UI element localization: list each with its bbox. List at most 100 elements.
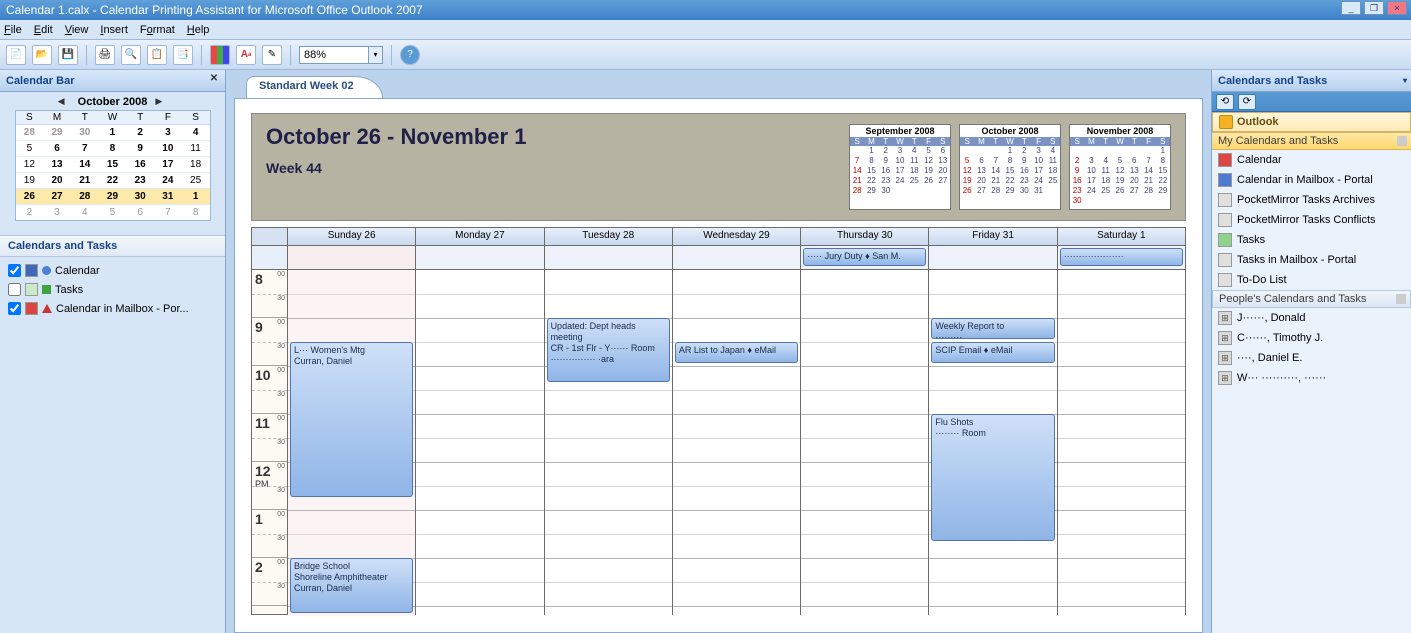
grid-icon[interactable] <box>210 45 230 65</box>
preview-icon[interactable]: 🔍 <box>121 45 141 65</box>
zoom-control[interactable]: ▾ <box>299 46 383 64</box>
list-item[interactable]: ⊞J······, Donald <box>1212 308 1411 328</box>
month-title: October 2008 <box>78 96 148 108</box>
font-icon[interactable]: Aa <box>236 45 256 65</box>
list-item[interactable]: PocketMirror Tasks Conflicts <box>1212 210 1411 230</box>
hour-label: 110030 <box>252 414 287 462</box>
page-header: October 26 - November 1 Week 44 Septembe… <box>251 113 1186 221</box>
list-item[interactable]: ⊞C······, Timothy J. <box>1212 328 1411 348</box>
time-column: 800309003010003011003012PM00301003020030 <box>252 228 288 614</box>
appt-womens-mtg[interactable]: L··· Women's Mtg Curran, Daniel <box>290 342 413 497</box>
day-body[interactable]: AR List to Japan ♦ eMail <box>673 270 800 616</box>
expand-icon[interactable] <box>1396 294 1406 304</box>
list-item[interactable]: To-Do List <box>1212 270 1411 290</box>
task-icon <box>1218 213 1232 227</box>
day-column: Saturday 1···················· <box>1058 228 1185 614</box>
day-body[interactable] <box>1058 270 1185 616</box>
section-label: My Calendars and Tasks <box>1218 135 1338 147</box>
menu-edit[interactable]: Edit <box>34 24 53 36</box>
list-item[interactable]: Tasks <box>6 280 219 299</box>
allday-cell[interactable] <box>288 246 415 270</box>
appt-scip-email[interactable]: SCIP Email ♦ eMail <box>931 342 1054 363</box>
appt-weekly-report[interactable]: Weekly Report to ········· <box>931 318 1054 339</box>
day-body[interactable] <box>416 270 543 616</box>
person-icon: ⊞ <box>1218 371 1232 385</box>
my-calendars-header[interactable]: My Calendars and Tasks <box>1212 132 1411 150</box>
allday-event[interactable]: ····· Jury Duty ♦ San M. <box>803 248 926 266</box>
hour-label: 10030 <box>252 510 287 558</box>
paste-icon[interactable]: 📑 <box>173 45 193 65</box>
menu-insert[interactable]: Insert <box>100 24 128 36</box>
forward-icon[interactable]: ⟳ <box>1238 94 1256 110</box>
mini-calendar[interactable]: SMTWTFS282930123456789101112131415161718… <box>15 110 211 221</box>
chevron-down-icon[interactable]: ▾ <box>1403 76 1407 85</box>
edit-icon[interactable]: ✎ <box>262 45 282 65</box>
open-icon[interactable]: 📂 <box>32 45 52 65</box>
expand-icon[interactable] <box>1397 136 1407 146</box>
list-item[interactable]: Calendar in Mailbox - Por... <box>6 299 219 318</box>
list-item[interactable]: Calendar <box>1212 150 1411 170</box>
list-item[interactable]: Calendar in Mailbox - Portal <box>1212 170 1411 190</box>
appt-flu-shots[interactable]: Flu Shots ········ Room <box>931 414 1054 541</box>
copy-icon[interactable]: 📋 <box>147 45 167 65</box>
new-icon[interactable]: 📄 <box>6 45 26 65</box>
separator <box>391 45 392 65</box>
checkbox[interactable] <box>8 283 21 296</box>
allday-event[interactable]: ···················· <box>1060 248 1183 266</box>
prev-month-icon[interactable]: ◀ <box>58 96 70 108</box>
print-icon[interactable]: 🖨 <box>95 45 115 65</box>
tab-standard-week[interactable]: Standard Week 02 <box>246 76 383 98</box>
minimize-button[interactable]: _ <box>1341 1 1361 15</box>
list-item[interactable]: Tasks <box>1212 230 1411 250</box>
allday-cell[interactable] <box>673 246 800 270</box>
menu-view[interactable]: View <box>65 24 89 36</box>
calendar-bar-header: Calendar Bar ✕ <box>0 70 225 92</box>
date-range-title: October 26 - November 1 <box>266 124 837 150</box>
list-item[interactable]: Tasks in Mailbox - Portal <box>1212 250 1411 270</box>
appt-dept-heads[interactable]: Updated: Dept heads meeting CR - 1st Flr… <box>547 318 670 382</box>
list-item[interactable]: PocketMirror Tasks Archives <box>1212 190 1411 210</box>
save-icon[interactable]: 💾 <box>58 45 78 65</box>
help-icon[interactable]: ? <box>400 45 420 65</box>
list-item[interactable]: Calendar <box>6 261 219 280</box>
back-icon[interactable]: ⟲ <box>1216 94 1234 110</box>
peoples-calendars-header[interactable]: People's Calendars and Tasks <box>1212 290 1411 308</box>
task-icon <box>1218 233 1232 247</box>
list-item[interactable]: ⊞····, Daniel E. <box>1212 348 1411 368</box>
maximize-button[interactable]: ❐ <box>1364 1 1384 15</box>
item-label: PocketMirror Tasks Conflicts <box>1237 214 1376 226</box>
allday-cell[interactable] <box>416 246 543 270</box>
appt-ar-list[interactable]: AR List to Japan ♦ eMail <box>675 342 798 363</box>
day-body[interactable] <box>801 270 928 616</box>
outlook-header[interactable]: Outlook <box>1212 112 1411 132</box>
day-body[interactable]: Weekly Report to ········· SCIP Email ♦ e… <box>929 270 1056 616</box>
dot-icon <box>42 266 51 275</box>
window-titlebar: Calendar 1.calx - Calendar Printing Assi… <box>0 0 1411 20</box>
list-item[interactable]: ⊞W··· ··········, ······ <box>1212 368 1411 388</box>
checkbox[interactable] <box>8 264 21 277</box>
allday-cell[interactable]: ····· Jury Duty ♦ San M. <box>801 246 928 270</box>
day-header: Friday 31 <box>929 228 1056 246</box>
person-icon: ⊞ <box>1218 351 1232 365</box>
close-panel-icon[interactable]: ✕ <box>207 73 221 87</box>
next-month-icon[interactable]: ▶ <box>155 96 167 108</box>
day-body[interactable]: L··· Women's Mtg Curran, Daniel Bridge Sc… <box>288 270 415 616</box>
menu-format[interactable]: Format <box>140 24 175 36</box>
zoom-input[interactable] <box>299 46 369 64</box>
separator <box>290 45 291 65</box>
outlook-icon <box>1219 115 1233 129</box>
menu-help[interactable]: Help <box>187 24 210 36</box>
calendars-tasks-list: Calendar Tasks Calendar in Mailbox - Por… <box>0 257 225 322</box>
checkbox[interactable] <box>8 302 21 315</box>
appt-bridge-school[interactable]: Bridge School Shoreline Amphitheater Cur… <box>290 558 413 613</box>
triangle-icon <box>42 304 52 313</box>
app-title: Calendar 1.calx - Calendar Printing Assi… <box>6 3 423 17</box>
allday-cell[interactable] <box>545 246 672 270</box>
allday-cell[interactable] <box>929 246 1056 270</box>
zoom-dropdown-icon[interactable]: ▾ <box>369 46 383 64</box>
close-button[interactable]: × <box>1387 1 1407 15</box>
allday-cell[interactable]: ···················· <box>1058 246 1185 270</box>
menu-file[interactable]: File <box>4 24 22 36</box>
mini-months: September 2008SMTWTFS1234567891011121314… <box>849 124 1171 210</box>
day-body[interactable]: Updated: Dept heads meeting CR - 1st Flr… <box>545 270 672 616</box>
